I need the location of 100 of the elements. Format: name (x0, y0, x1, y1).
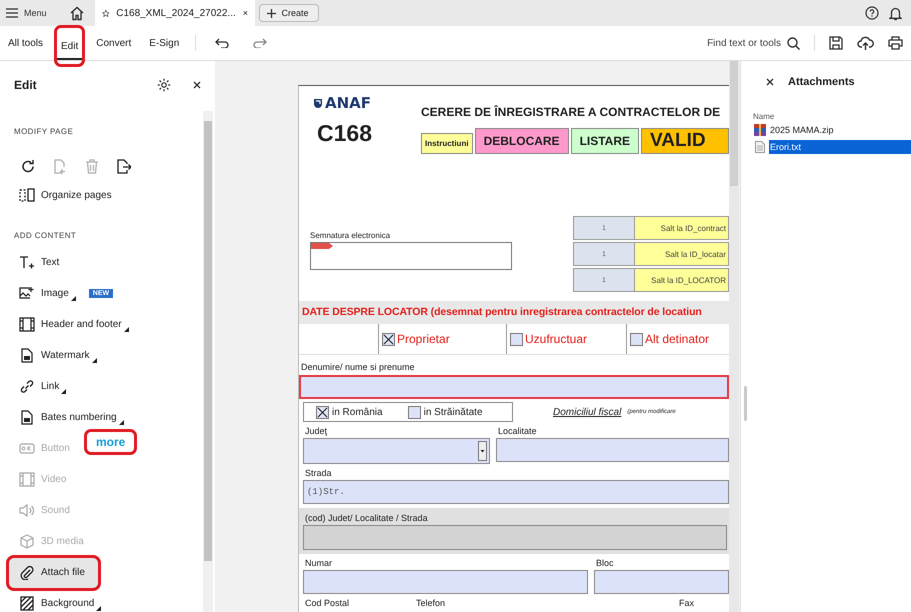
scrollbar-thumb[interactable] (730, 61, 738, 186)
bell-icon[interactable] (889, 6, 902, 20)
annotation-note: more (84, 429, 138, 455)
tool-item[interactable]: Header and footer (14, 312, 136, 336)
toolbar-tab[interactable]: All tools (6, 26, 46, 60)
checkbox-label: Uzufructuar (525, 332, 588, 346)
tool-item[interactable]: Watermark (14, 344, 104, 368)
field-label: Fax (679, 598, 696, 608)
close-icon[interactable] (766, 78, 774, 86)
cube-icon (19, 534, 35, 549)
signature-field[interactable] (310, 242, 512, 270)
create-button[interactable]: Create (258, 4, 319, 22)
redo-icon[interactable] (253, 38, 268, 48)
input-field[interactable] (303, 570, 588, 594)
field-label: Strada (305, 468, 333, 478)
field-label: Semnatura electronica (310, 231, 392, 240)
print-icon[interactable] (888, 36, 903, 50)
checkbox[interactable] (630, 332, 643, 346)
panel-title: Edit (14, 78, 37, 92)
field-label: Denumire/ nume si prenume (301, 362, 416, 372)
checkbox[interactable] (408, 406, 421, 418)
field-label: (cod) Judet/ Localitate / Strada (305, 513, 429, 523)
section-heading: MODIFY PAGE (14, 127, 74, 137)
ok-button-icon (19, 441, 35, 456)
column-header[interactable]: Name (753, 112, 911, 121)
search-icon[interactable] (787, 36, 800, 50)
form-title: CERERE DE ÎNREGISTRARE A CONTRACTELOR DE (421, 105, 722, 119)
checkbox[interactable] (510, 332, 523, 346)
checkbox-label: in România (332, 406, 383, 418)
form-button[interactable]: Instructiuni (421, 133, 473, 154)
search-label[interactable]: Find text or tools (707, 38, 781, 48)
close-icon[interactable] (242, 9, 248, 17)
field-label: Bloc (596, 558, 615, 568)
home-icon[interactable] (68, 6, 85, 20)
checkbox[interactable] (316, 406, 329, 418)
input-field[interactable] (594, 570, 729, 594)
toolbar-tab[interactable]: E-Sign (147, 26, 182, 60)
tool-item[interactable]: Image (14, 282, 83, 306)
archive-icon (754, 124, 766, 136)
toolbar-tab[interactable]: Convert (94, 26, 134, 60)
checkbox-label: Alt detinator (645, 332, 710, 346)
link-icon (19, 379, 35, 394)
menu-button[interactable]: Menu (6, 8, 47, 18)
close-icon[interactable] (193, 81, 201, 89)
field-label: Localitate (498, 426, 538, 436)
document-icon (19, 348, 35, 363)
field-label: Judeţ (305, 426, 328, 436)
extract-page-icon[interactable] (117, 158, 131, 174)
scrollbar-thumb[interactable] (204, 121, 212, 561)
checkbox[interactable] (382, 332, 395, 346)
input-field[interactable]: (1)Str. (303, 480, 729, 504)
tool-item[interactable]: Link (14, 374, 74, 398)
add-text-icon (19, 255, 35, 270)
file-name[interactable]: Erori.txt (769, 140, 911, 154)
cloud-upload-icon[interactable] (857, 36, 874, 50)
section-link[interactable]: Domiciliul fiscal (553, 406, 622, 418)
toolbar-tab[interactable]: Edit (55, 26, 84, 66)
form-button[interactable]: DEBLOCARE (474, 128, 569, 154)
settings-icon[interactable] (157, 78, 171, 92)
hatched-page-icon (19, 596, 35, 611)
organize-pages-button[interactable]: Organize pages (14, 183, 119, 207)
tool-item[interactable]: Text (14, 250, 66, 274)
input-field[interactable] (299, 375, 729, 399)
file-name[interactable]: 2025 MAMA.zip (769, 122, 911, 136)
checkbox-label: in Străinătate (424, 406, 483, 418)
star-icon (102, 6, 110, 20)
field-label: Telefon (416, 598, 446, 608)
anaf-logo: ANAF (313, 94, 421, 112)
tool-item[interactable]: Attach file (6, 554, 101, 590)
organize-pages-icon (19, 188, 35, 202)
undo-icon[interactable] (215, 38, 230, 48)
tool-item[interactable]: Bates numbering (14, 406, 131, 430)
jump-button[interactable]: Salt la ID_locatar (635, 242, 729, 266)
field-label: Cod Postal (305, 598, 350, 608)
add-image-icon (19, 286, 35, 301)
document-icon (19, 410, 35, 425)
form-button[interactable]: LISTARE (570, 128, 640, 154)
speaker-icon (19, 503, 35, 518)
jump-button[interactable]: Salt la ID_LOCATOR (635, 268, 729, 292)
resize-handle[interactable] (744, 386, 747, 421)
section-heading: ADD CONTENT (14, 231, 78, 241)
help-icon[interactable] (865, 6, 879, 20)
field-label: Numar (305, 558, 334, 568)
menu-icon (6, 8, 18, 18)
form-code: C168 (317, 120, 373, 147)
text-file-icon (754, 140, 766, 152)
save-icon[interactable] (829, 36, 843, 50)
jump-button[interactable]: Salt la ID_contract (635, 216, 729, 240)
input-field[interactable] (496, 438, 729, 462)
panel-title: Attachments (788, 76, 855, 88)
rotate-icon[interactable] (21, 158, 35, 174)
flag-icon (311, 243, 333, 249)
form-button[interactable]: VALID (641, 128, 729, 154)
film-strip-icon (19, 317, 35, 332)
checkbox-label: Proprietar (397, 332, 450, 346)
film-strip-icon (19, 472, 35, 487)
tool-item[interactable]: Background (14, 592, 108, 612)
plus-icon (266, 8, 276, 18)
dropdown-field[interactable] (303, 438, 490, 464)
document-tab[interactable]: C168_XML_2024_27022... (94, 0, 255, 26)
